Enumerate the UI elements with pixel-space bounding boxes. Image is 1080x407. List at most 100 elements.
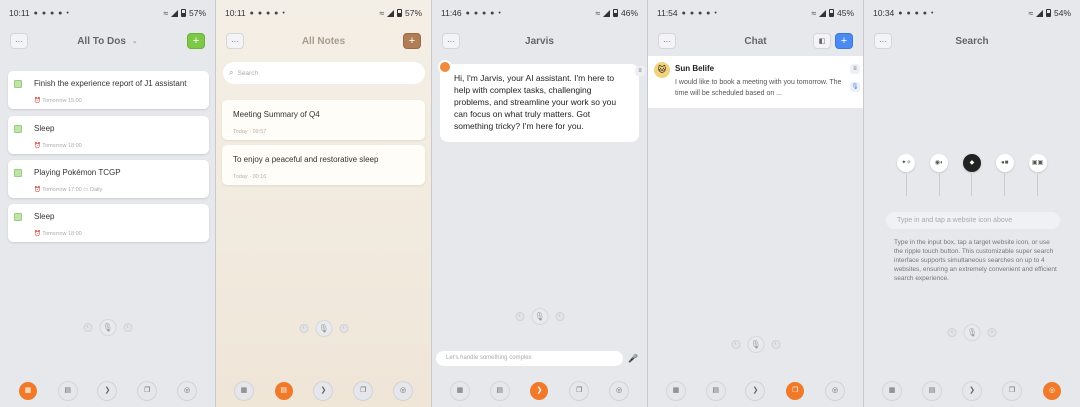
github-icon[interactable]: ◆ (962, 154, 981, 172)
page-title: All To Dos (77, 35, 126, 47)
todo-checkbox[interactable] (14, 80, 22, 88)
input-mic-icon[interactable]: 🎤 (628, 354, 638, 363)
message-input[interactable]: Let's handle something complex (436, 351, 623, 366)
status-time: 11:46 (441, 8, 462, 18)
jarvis-tab-icon[interactable]: ❯ (314, 382, 333, 400)
more-button[interactable]: ··· (442, 33, 460, 49)
add-todo-button[interactable]: + (187, 33, 205, 49)
jarvis-tab-icon[interactable]: ❯ (746, 382, 765, 400)
search-tab-icon[interactable]: ◎ (178, 382, 197, 400)
search-input[interactable]: ⌕ Search (223, 62, 425, 84)
note-item[interactable]: Meeting Summary of Q4 Today · 09:57 (222, 100, 425, 140)
website-cluster-icon[interactable]: ●■ (995, 154, 1014, 172)
header: ··· Jarvis (432, 26, 647, 56)
voice-right-button[interactable]: › (555, 312, 564, 321)
website-group-2[interactable]: ◉◐ (930, 154, 949, 196)
menu-icon[interactable]: ≡ (635, 66, 645, 76)
jarvis-tab-icon[interactable]: ❯ (530, 382, 549, 400)
website-cluster-icon[interactable]: ✦✧ (897, 154, 916, 172)
new-chat-button[interactable]: + (835, 33, 853, 49)
screen-todos: 10:11 ● ● ● ● • ≈57% ··· All To Dos ⌄ + F… (0, 0, 216, 407)
todo-tab-icon[interactable]: ▦ (450, 382, 469, 400)
todo-checkbox[interactable] (14, 213, 22, 221)
todo-item[interactable]: Sleep ⏰ Tomorrow 18:00 (8, 116, 209, 154)
notes-tab-icon[interactable]: ▤ (58, 382, 77, 400)
voice-message-icon[interactable]: 🎙 (850, 82, 860, 92)
search-tab-icon[interactable]: ◎ (610, 382, 629, 400)
voice-right-button[interactable]: › (339, 324, 348, 333)
chat-list-item[interactable]: 🐱 Sun Belife I would like to book a meet… (648, 56, 863, 108)
search-icon: ⌕ (229, 68, 234, 77)
todo-tab-icon[interactable]: ▦ (234, 382, 253, 400)
chat-tab-icon[interactable]: ❐ (354, 382, 373, 400)
page-title: Chat (744, 35, 767, 47)
jarvis-tab-icon[interactable]: ❯ (98, 382, 117, 400)
todo-text: Playing Pokémon TCGP (34, 168, 121, 177)
search-tab-icon[interactable]: ◎ (1043, 382, 1061, 400)
mic-icon[interactable]: 🎙 (99, 319, 116, 336)
notes-tab-icon[interactable]: ▤ (923, 382, 941, 400)
battery-level: 54% (1053, 8, 1071, 18)
chat-tab-icon[interactable]: ❐ (786, 382, 805, 400)
todo-time: Tomorrow 18:00 (42, 231, 82, 237)
assistant-avatar (438, 60, 452, 74)
voice-right-button[interactable]: › (987, 328, 997, 337)
chat-preview: I would like to book a meeting with you … (675, 79, 842, 97)
search-tab-icon[interactable]: ◎ (394, 382, 413, 400)
voice-left-button[interactable]: ‹ (731, 340, 740, 349)
mic-icon[interactable]: 🎙 (315, 320, 332, 337)
todo-checkbox[interactable] (14, 169, 22, 177)
todo-item[interactable]: Sleep ⏰ Tomorrow 18:00 (8, 204, 209, 242)
website-group-4[interactable]: ●■ (995, 154, 1014, 196)
header: ··· Search (864, 26, 1080, 56)
search-input[interactable]: Type in and tap a website icon above (886, 212, 1060, 229)
menu-icon[interactable]: ≡ (850, 64, 860, 74)
todo-tab-icon[interactable]: ▦ (18, 382, 37, 400)
notes-tab-icon[interactable]: ▤ (706, 382, 725, 400)
add-note-button[interactable]: + (403, 33, 421, 49)
voice-left-button[interactable]: ‹ (947, 328, 957, 337)
voice-left-button[interactable]: ‹ (299, 324, 308, 333)
website-group-1[interactable]: ✦✧ (897, 154, 916, 196)
chat-tab-icon[interactable]: ❐ (570, 382, 589, 400)
page-title: Search (955, 35, 989, 47)
notification-icons: ● ● ● ● • (465, 9, 502, 17)
website-group-3[interactable]: ◆ (962, 154, 981, 196)
todo-item[interactable]: Playing Pokémon TCGP ⏰ Tomorrow 17:00 ▭ … (8, 160, 209, 198)
todo-checkbox[interactable] (14, 125, 22, 133)
voice-left-button[interactable]: ‹ (515, 312, 524, 321)
more-button[interactable]: ··· (658, 33, 676, 49)
chat-tab-icon[interactable]: ❐ (1003, 382, 1021, 400)
notes-tab-icon[interactable]: ▤ (274, 382, 293, 400)
voice-right-button[interactable]: › (771, 340, 780, 349)
voice-controls: ‹ 🎙 › (731, 336, 780, 353)
search-tab-icon[interactable]: ◎ (826, 382, 845, 400)
mic-icon[interactable]: 🎙 (747, 336, 764, 353)
website-group-5[interactable]: ▣▣ (1028, 154, 1047, 196)
panel-icon[interactable]: ◧ (813, 33, 831, 49)
jarvis-tab-icon[interactable]: ❯ (963, 382, 981, 400)
website-cluster-icon[interactable]: ▣▣ (1028, 154, 1047, 172)
note-item[interactable]: To enjoy a peaceful and restorative slee… (222, 145, 425, 185)
more-button[interactable]: ··· (874, 33, 892, 49)
todo-tab-icon[interactable]: ▦ (666, 382, 685, 400)
more-button[interactable]: ··· (10, 33, 28, 49)
todo-time: Tomorrow 18:00 (42, 143, 82, 149)
voice-left-button[interactable]: ‹ (83, 323, 92, 332)
mic-icon[interactable]: 🎙 (963, 324, 981, 341)
todo-meta: ⏰ Tomorrow 18:00 (34, 143, 82, 149)
status-time: 10:11 (225, 8, 246, 18)
notification-icons: ● ● ● ● • (33, 9, 70, 17)
todo-item[interactable]: Finish the experience report of J1 assis… (8, 71, 209, 109)
chat-tab-icon[interactable]: ❐ (138, 382, 157, 400)
todo-tab-icon[interactable]: ▦ (883, 382, 901, 400)
chevron-down-icon[interactable]: ⌄ (132, 37, 138, 45)
voice-right-button[interactable]: › (123, 323, 132, 332)
notification-icons: ● ● ● ● • (898, 9, 935, 17)
notes-tab-icon[interactable]: ▤ (490, 382, 509, 400)
mic-icon[interactable]: 🎙 (531, 308, 548, 325)
website-cluster-icon[interactable]: ◉◐ (930, 154, 949, 172)
battery-icon (396, 9, 402, 17)
status-time: 10:11 (9, 8, 30, 18)
more-button[interactable]: ··· (226, 33, 244, 49)
